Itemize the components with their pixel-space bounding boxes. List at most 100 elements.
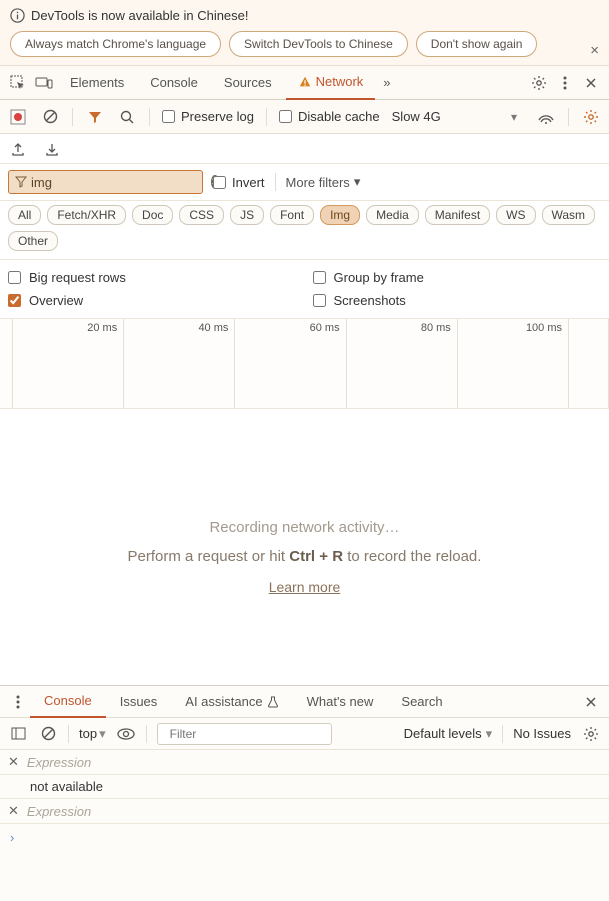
- console-toolbar: top ▾ Default levels ▾ No Issues: [0, 718, 609, 750]
- banner-title: DevTools is now available in Chinese!: [31, 8, 249, 23]
- tab-network[interactable]: Network: [286, 66, 376, 100]
- group-frame-checkbox[interactable]: Group by frame: [313, 266, 602, 289]
- tab-console[interactable]: Console: [138, 66, 210, 100]
- import-har-icon[interactable]: [42, 139, 62, 159]
- info-icon: [10, 8, 25, 23]
- type-js[interactable]: JS: [230, 205, 264, 225]
- group-frame-label: Group by frame: [334, 270, 424, 285]
- kebab-icon[interactable]: [553, 71, 577, 95]
- overview-label: Overview: [29, 293, 83, 308]
- export-har-icon[interactable]: [8, 139, 28, 159]
- type-css[interactable]: CSS: [179, 205, 224, 225]
- type-all[interactable]: All: [8, 205, 41, 225]
- big-rows-label: Big request rows: [29, 270, 126, 285]
- more-filters-label: More filters: [286, 175, 350, 190]
- language-banner: DevTools is now available in Chinese! Al…: [0, 0, 609, 66]
- console-sidebar-icon[interactable]: [8, 724, 28, 744]
- throttle-value: Slow 4G: [392, 109, 441, 124]
- expression-remove-icon[interactable]: ✕: [8, 803, 19, 819]
- drawer-tab-search[interactable]: Search: [387, 686, 456, 718]
- switch-language-button[interactable]: Switch DevTools to Chinese: [229, 31, 408, 57]
- view-options: Big request rows Overview Group by frame…: [0, 260, 609, 319]
- screenshots-checkbox[interactable]: Screenshots: [313, 289, 602, 312]
- type-other[interactable]: Other: [8, 231, 58, 251]
- type-fetch[interactable]: Fetch/XHR: [47, 205, 126, 225]
- drawer-tab-whatsnew[interactable]: What's new: [293, 686, 388, 718]
- context-value: top: [79, 726, 97, 741]
- timeline-tick: 40 ms: [124, 319, 235, 408]
- timeline-tick: 100 ms: [458, 319, 569, 408]
- drawer: Console Issues AI assistance What's new …: [0, 685, 609, 901]
- type-doc[interactable]: Doc: [132, 205, 173, 225]
- more-filters-button[interactable]: More filters ▾: [286, 174, 361, 190]
- console-clear-icon[interactable]: [38, 724, 58, 744]
- record-button[interactable]: [8, 107, 28, 127]
- expression-value: not available: [0, 775, 609, 799]
- tab-network-label: Network: [316, 74, 364, 89]
- settings-gear-icon[interactable]: [527, 71, 551, 95]
- empty-line1: Recording network activity…: [0, 519, 609, 536]
- disable-cache-checkbox[interactable]: Disable cache: [279, 109, 380, 124]
- empty-state: Recording network activity… Perform a re…: [0, 409, 609, 595]
- big-rows-checkbox[interactable]: Big request rows: [8, 266, 297, 289]
- throttle-caret[interactable]: ▾: [504, 110, 524, 124]
- type-ws[interactable]: WS: [496, 205, 535, 225]
- network-settings-icon[interactable]: [581, 107, 601, 127]
- devtools-close-icon[interactable]: [579, 71, 603, 95]
- type-img[interactable]: Img: [320, 205, 360, 225]
- log-levels-caret: ▾: [486, 726, 493, 742]
- expression-remove-icon[interactable]: ✕: [8, 754, 19, 770]
- network-toolbar: Preserve log Disable cache Slow 4G ▾: [0, 100, 609, 134]
- tabs-overflow[interactable]: »: [377, 66, 396, 100]
- search-icon[interactable]: [117, 107, 137, 127]
- overview-checkbox[interactable]: Overview: [8, 289, 297, 312]
- expression-placeholder[interactable]: Expression: [27, 804, 91, 819]
- drawer-tab-ai-label: AI assistance: [185, 694, 262, 709]
- type-wasm[interactable]: Wasm: [542, 205, 596, 225]
- invert-checkbox[interactable]: Invert: [213, 175, 265, 190]
- device-icon[interactable]: [32, 71, 56, 95]
- type-manifest[interactable]: Manifest: [425, 205, 490, 225]
- preserve-log-label: Preserve log: [181, 109, 254, 124]
- log-levels-select[interactable]: Default levels ▾: [404, 726, 493, 742]
- console-prompt[interactable]: ›: [0, 824, 609, 851]
- funnel-icon: [15, 176, 27, 188]
- expression-placeholder[interactable]: Expression: [27, 755, 91, 770]
- drawer-kebab-icon[interactable]: [6, 690, 30, 714]
- type-font[interactable]: Font: [270, 205, 314, 225]
- invert-label: Invert: [232, 175, 265, 190]
- timeline-tick: 60 ms: [235, 319, 346, 408]
- filter-toggle-icon[interactable]: [85, 107, 105, 127]
- drawer-tab-issues[interactable]: Issues: [106, 686, 172, 718]
- dont-show-button[interactable]: Don't show again: [416, 31, 538, 57]
- inspect-icon[interactable]: [6, 71, 30, 95]
- type-media[interactable]: Media: [366, 205, 419, 225]
- drawer-close-icon[interactable]: [579, 690, 603, 714]
- empty-line2: Perform a request or hit Ctrl + R to rec…: [0, 548, 609, 565]
- tab-elements[interactable]: Elements: [58, 66, 136, 100]
- console-filter-input[interactable]: [170, 727, 325, 741]
- drawer-tab-console[interactable]: Console: [30, 686, 106, 718]
- console-settings-icon[interactable]: [581, 724, 601, 744]
- live-expression-icon[interactable]: [116, 724, 136, 744]
- timeline-tick: 20 ms: [13, 319, 124, 408]
- learn-more-link[interactable]: Learn more: [269, 579, 341, 595]
- disable-cache-label: Disable cache: [298, 109, 380, 124]
- overview-timeline[interactable]: 20 ms 40 ms 60 ms 80 ms 100 ms: [0, 319, 609, 409]
- filter-input-wrap[interactable]: ✕: [8, 170, 203, 194]
- network-conditions-icon[interactable]: [536, 107, 556, 127]
- console-filter-wrap[interactable]: [157, 723, 332, 745]
- live-expression-row: ✕ Expression: [0, 750, 609, 775]
- shortcut-key: Ctrl + R: [289, 548, 343, 565]
- banner-close-icon[interactable]: ×: [590, 42, 599, 59]
- preserve-log-checkbox[interactable]: Preserve log: [162, 109, 254, 124]
- drawer-tabbar: Console Issues AI assistance What's new …: [0, 686, 609, 718]
- filter-input[interactable]: [31, 175, 207, 190]
- tab-sources[interactable]: Sources: [212, 66, 284, 100]
- throttle-select[interactable]: Slow 4G: [392, 109, 441, 124]
- context-selector[interactable]: top ▾: [79, 726, 106, 742]
- no-issues-button[interactable]: No Issues: [513, 726, 571, 741]
- drawer-tab-ai[interactable]: AI assistance: [171, 686, 292, 718]
- clear-icon[interactable]: [40, 107, 60, 127]
- match-language-button[interactable]: Always match Chrome's language: [10, 31, 221, 57]
